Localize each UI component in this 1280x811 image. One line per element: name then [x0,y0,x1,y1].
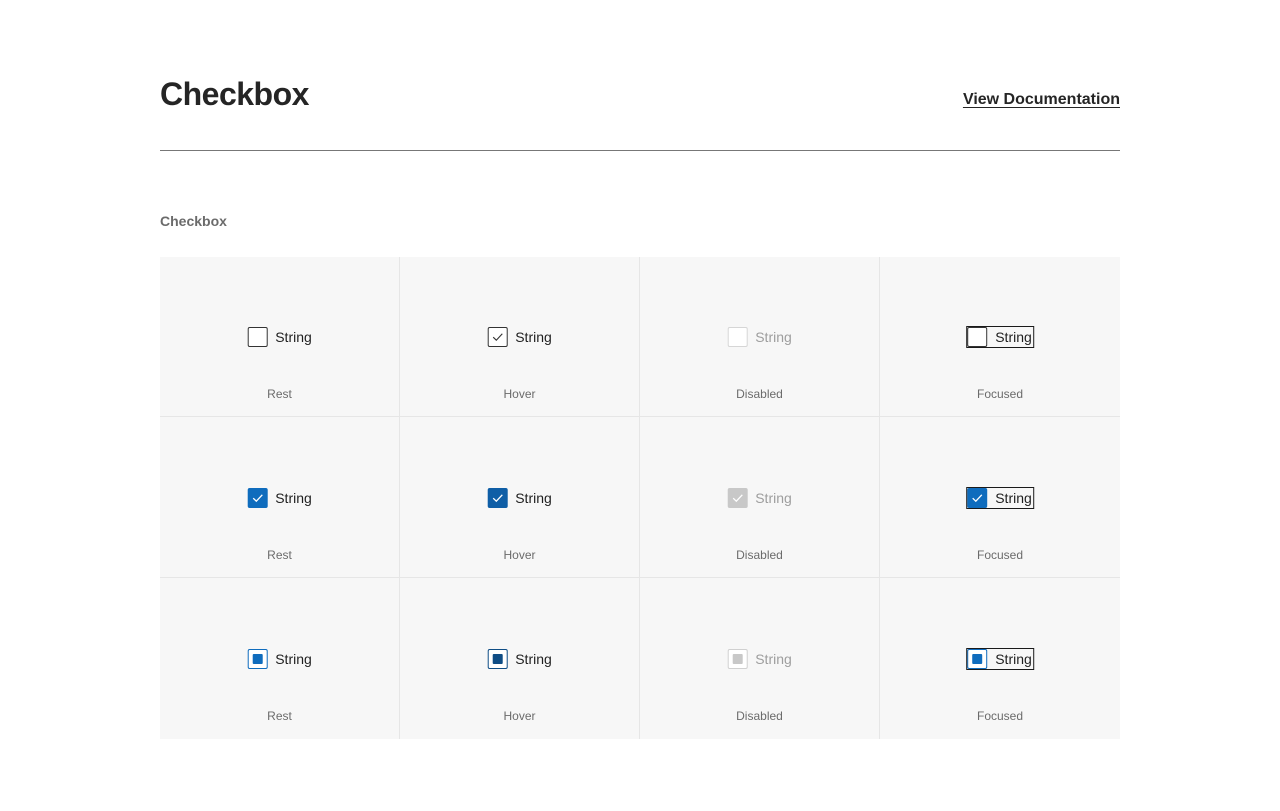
checkbox-box[interactable] [967,488,988,508]
cell-unchecked-disabled: String Disabled [640,257,880,417]
checkbox-label: String [995,651,1032,667]
checkbox-checked-rest[interactable]: String [247,488,312,508]
cell-indeterminate-disabled: String Disabled [640,578,880,739]
page: Checkbox View Documentation Checkbox Str… [0,0,1280,811]
checkbox-label: String [275,329,312,345]
checkmark-icon [492,494,503,503]
state-caption: Focused [976,548,1024,562]
checkbox-checked-hover[interactable]: String [487,488,552,508]
page-title: Checkbox [160,76,309,112]
checkbox-box[interactable] [967,649,988,669]
checkbox-box [727,327,748,347]
page-header: Checkbox View Documentation [160,72,1120,122]
state-caption: Focused [976,387,1024,401]
checkmark-icon [492,333,503,341]
cell-unchecked-rest: String Rest [160,257,400,417]
indeterminate-square-icon [252,654,263,664]
header-divider [160,150,1120,151]
checkmark-icon [732,494,743,503]
cell-indeterminate-hover: String Hover [400,578,640,739]
state-caption: Hover [503,709,536,723]
checkbox-unchecked-disabled: String [727,327,792,347]
checkbox-label: String [755,651,792,667]
checkbox-unchecked-focused[interactable]: String [966,326,1034,348]
cell-checked-disabled: String Disabled [640,417,880,578]
checkbox-box [727,488,748,508]
checkbox-indeterminate-rest[interactable]: String [247,649,312,669]
state-caption: Hover [503,548,536,562]
checkbox-label: String [995,329,1032,345]
indeterminate-square-icon [972,654,983,664]
state-caption: Rest [267,548,292,562]
checkbox-label: String [755,490,792,506]
checkbox-label: String [515,329,552,345]
cell-indeterminate-rest: String Rest [160,578,400,739]
view-documentation-link[interactable]: View Documentation [963,90,1120,110]
checkbox-box[interactable] [487,649,508,669]
checkbox-unchecked-rest[interactable]: String [247,327,312,347]
state-caption: Disabled [736,548,783,562]
checkbox-indeterminate-focused[interactable]: String [966,648,1034,670]
state-caption: Rest [267,709,292,723]
state-caption: Disabled [736,387,783,401]
cell-checked-focused: String Focused [880,417,1120,578]
state-caption: Focused [976,709,1024,723]
checkbox-box[interactable] [247,327,268,347]
checkbox-box[interactable] [487,488,508,508]
cell-unchecked-hover: String Hover [400,257,640,417]
checkbox-label: String [275,490,312,506]
checkbox-unchecked-hover[interactable]: String [487,327,552,347]
state-caption: Hover [503,387,536,401]
cell-checked-hover: String Hover [400,417,640,578]
checkbox-indeterminate-disabled: String [727,649,792,669]
checkbox-label: String [515,490,552,506]
checkbox-label: String [755,329,792,345]
checkbox-checked-disabled: String [727,488,792,508]
cell-unchecked-focused: String Focused [880,257,1120,417]
state-caption: Disabled [736,709,783,723]
section-label: Checkbox [160,213,227,229]
cell-checked-rest: String Rest [160,417,400,578]
cell-indeterminate-focused: String Focused [880,578,1120,739]
checkbox-label: String [515,651,552,667]
state-caption: Rest [267,387,292,401]
checkbox-indeterminate-hover[interactable]: String [487,649,552,669]
checkbox-label: String [275,651,312,667]
indeterminate-square-icon [492,654,503,664]
checkbox-box[interactable] [247,488,268,508]
indeterminate-square-icon [732,654,743,664]
checkbox-box[interactable] [247,649,268,669]
checkmark-icon [972,494,983,503]
checkbox-box [727,649,748,669]
checkbox-box[interactable] [967,327,988,347]
checkbox-box[interactable] [487,327,508,347]
checkbox-checked-focused[interactable]: String [966,487,1034,509]
checkbox-label: String [995,490,1032,506]
checkbox-state-grid: String Rest String Hover String Disabled [160,257,1120,739]
checkmark-icon [252,494,263,503]
